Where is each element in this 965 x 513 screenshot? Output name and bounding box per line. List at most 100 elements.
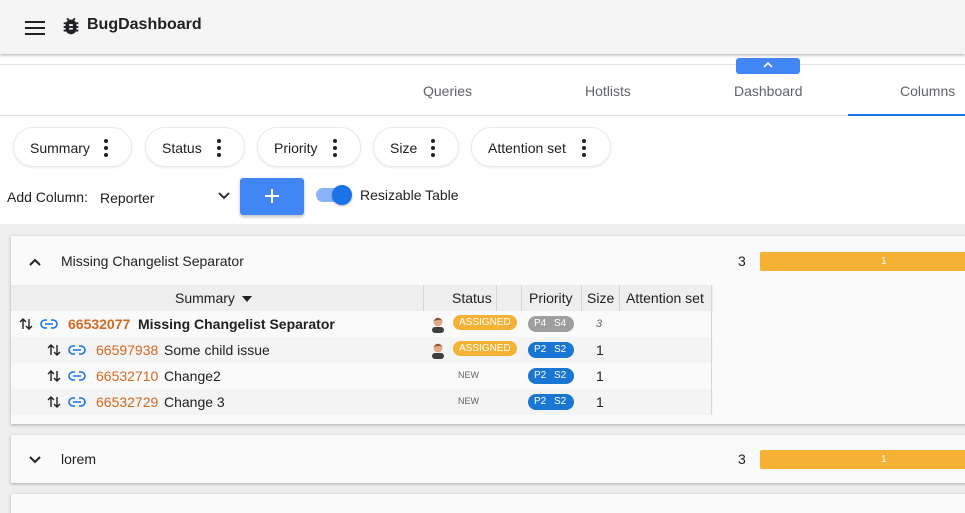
bug-summary: Change 3 xyxy=(164,394,225,410)
group-progress-bar: 1 xyxy=(760,252,965,271)
menu-icon[interactable] xyxy=(23,16,47,40)
priority-badge: P2 S2 xyxy=(528,368,574,384)
column-chip-summary[interactable]: Summary xyxy=(13,127,132,167)
column-chip-label: Priority xyxy=(274,140,318,156)
column-divider[interactable] xyxy=(496,285,497,311)
add-column-select-value: Reporter xyxy=(100,190,155,206)
chevron-up-icon[interactable] xyxy=(27,254,43,270)
sort-arrows-icon[interactable] xyxy=(47,395,61,409)
column-chip-priority[interactable]: Priority xyxy=(257,127,361,167)
link-icon[interactable] xyxy=(40,317,58,331)
top-app-bar: BugDashboard xyxy=(0,0,965,54)
avatar xyxy=(432,343,444,359)
size-value: 1 xyxy=(596,394,604,410)
link-icon[interactable] xyxy=(68,369,86,383)
more-vert-icon[interactable] xyxy=(333,139,337,157)
column-divider[interactable] xyxy=(423,285,424,311)
header-priority[interactable]: Priority xyxy=(529,290,573,306)
table-row[interactable]: 66597938 Some child issue ASSIGNED P2 S2 … xyxy=(11,337,713,363)
group-title: Missing Changelist Separator xyxy=(61,253,244,269)
link-icon[interactable] xyxy=(68,395,86,409)
status-badge: ASSIGNED xyxy=(453,341,517,356)
column-divider[interactable] xyxy=(619,285,620,311)
bug-id-link[interactable]: 66532710 xyxy=(96,368,158,384)
sort-arrows-icon[interactable] xyxy=(47,369,61,383)
priority-value: P4 xyxy=(534,318,547,329)
more-vert-icon[interactable] xyxy=(217,139,221,157)
app-title: BugDashboard xyxy=(87,16,202,33)
plus-icon xyxy=(265,189,279,203)
tab-dashboard[interactable]: Dashboard xyxy=(734,83,803,99)
table-row[interactable]: 66532077 Missing Changelist Separator AS… xyxy=(11,311,713,337)
more-vert-icon[interactable] xyxy=(582,139,586,157)
group-title: lorem xyxy=(61,451,97,467)
header-summary[interactable]: Summary xyxy=(175,290,235,306)
more-vert-icon[interactable] xyxy=(104,139,108,157)
priority-value: P2 xyxy=(534,344,547,355)
bug-summary: Some child issue xyxy=(164,342,270,358)
severity-value: S2 xyxy=(554,344,567,355)
link-icon[interactable] xyxy=(68,343,86,357)
tab-queries[interactable]: Queries xyxy=(423,83,472,99)
priority-badge: P2 S2 xyxy=(528,342,574,358)
status-text: NEW xyxy=(458,396,479,406)
size-value: 1 xyxy=(596,342,604,358)
resizable-table-label: Resizable Table xyxy=(360,187,459,203)
groups-area: Missing Changelist Separator 3 1 Summary… xyxy=(0,224,965,513)
bug-id-link[interactable]: 66532729 xyxy=(96,394,158,410)
column-chip-attention-set[interactable]: Attention set xyxy=(471,127,611,167)
column-divider[interactable] xyxy=(521,285,522,311)
sort-arrows-icon[interactable] xyxy=(19,317,33,331)
add-column-select[interactable]: Reporter xyxy=(100,185,232,211)
severity-value: S2 xyxy=(554,370,567,381)
arrow-down-icon xyxy=(242,296,252,302)
header-status[interactable]: Status xyxy=(452,290,492,306)
priority-value: P2 xyxy=(534,396,547,407)
add-column-label: Add Column: xyxy=(7,189,88,205)
column-chip-status[interactable]: Status xyxy=(145,127,245,167)
group-count: 3 xyxy=(738,451,746,467)
bug-summary: Missing Changelist Separator xyxy=(138,316,335,332)
group-count: 3 xyxy=(738,253,746,269)
column-chip-label: Attention set xyxy=(488,140,566,156)
group-progress-bar: 1 xyxy=(760,450,965,469)
column-divider[interactable] xyxy=(581,285,582,311)
status-badge: ASSIGNED xyxy=(453,315,517,330)
active-tab-indicator xyxy=(848,114,965,116)
group-bar-label: 1 xyxy=(881,256,887,267)
column-chip-size[interactable]: Size xyxy=(373,127,459,167)
table-row[interactable]: 66532710 Change2 NEW P2 S2 1 xyxy=(11,363,713,389)
chevron-down-icon xyxy=(218,192,230,200)
tab-hotlists[interactable]: Hotlists xyxy=(585,83,631,99)
priority-badge: P2 S2 xyxy=(528,394,574,410)
add-column-button[interactable] xyxy=(240,178,304,215)
bug-icon xyxy=(63,17,79,35)
collapse-header-button[interactable] xyxy=(736,58,800,74)
table-row[interactable]: 66532729 Change 3 NEW P2 S2 1 xyxy=(11,389,713,415)
column-chip-label: Status xyxy=(162,140,202,156)
header-attention-set[interactable]: Attention set xyxy=(626,290,704,306)
size-value: 1 xyxy=(596,368,604,384)
severity-value: S4 xyxy=(554,318,567,329)
group-card xyxy=(11,494,965,513)
sort-arrows-icon[interactable] xyxy=(47,343,61,357)
header-size[interactable]: Size xyxy=(587,290,614,306)
main-content: Queries Hotlists Dashboard Columns Summa… xyxy=(0,54,965,513)
severity-value: S2 xyxy=(554,396,567,407)
size-value: 3 xyxy=(596,318,603,330)
bug-id-link[interactable]: 66532077 xyxy=(68,316,130,332)
tab-columns[interactable]: Columns xyxy=(900,83,955,99)
group-card: lorem 3 1 xyxy=(11,435,965,483)
group-bar-label: 1 xyxy=(881,454,887,465)
more-vert-icon[interactable] xyxy=(431,139,435,157)
column-chip-label: Summary xyxy=(30,140,90,156)
avatar xyxy=(432,317,444,333)
status-text: NEW xyxy=(458,370,479,380)
group-card: Missing Changelist Separator 3 1 Summary… xyxy=(11,236,965,424)
chevron-down-icon[interactable] xyxy=(27,452,43,468)
table-right-border xyxy=(711,285,712,415)
priority-value: P2 xyxy=(534,370,547,381)
resizable-table-toggle[interactable] xyxy=(316,185,352,205)
table-header: Summary Status Priority Size Attention s… xyxy=(11,285,713,311)
bug-id-link[interactable]: 66597938 xyxy=(96,342,158,358)
